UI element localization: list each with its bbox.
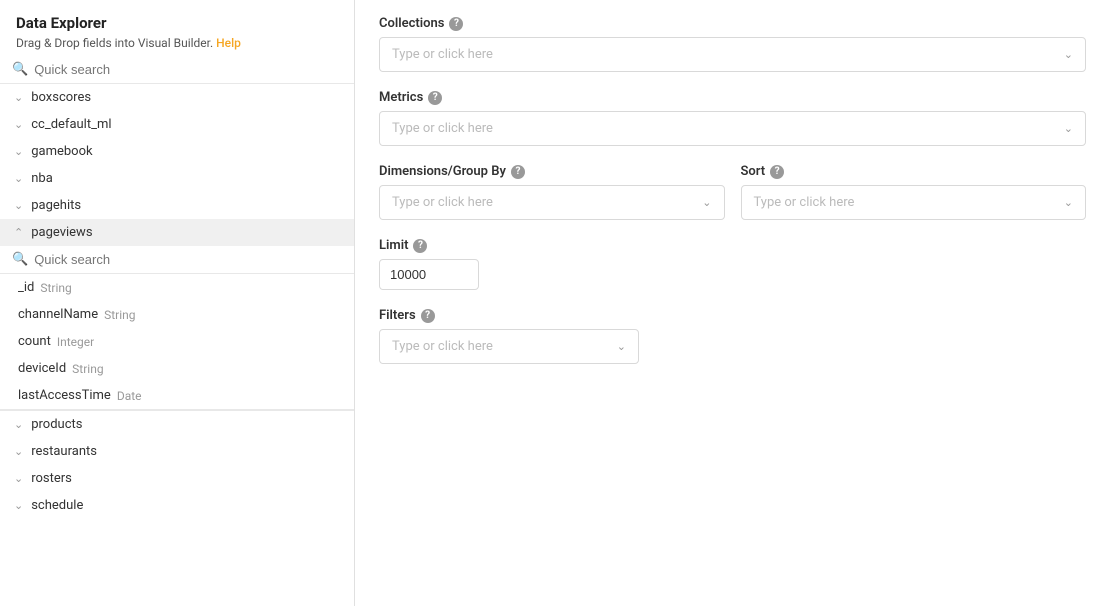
dimensions-placeholder: Type or click here	[392, 195, 493, 210]
chevron-icon: ⌄	[14, 145, 23, 158]
dimensions-col: Dimensions/Group By ? Type or click here…	[379, 164, 725, 220]
limit-input[interactable]	[379, 259, 479, 290]
chevron-icon: ⌄	[14, 472, 23, 485]
tree-item-label: schedule	[31, 498, 83, 513]
chevron-icon: ⌄	[14, 418, 23, 431]
collections-section: Collections ? Type or click here ⌄	[379, 16, 1086, 72]
filters-label: Filters ?	[379, 308, 1086, 323]
metrics-section: Metrics ? Type or click here ⌄	[379, 90, 1086, 146]
filters-section: Filters ? Type or click here ⌄	[379, 308, 1086, 364]
chevron-down-icon: ⌄	[1064, 122, 1073, 135]
field-name: lastAccessTime	[18, 388, 111, 403]
tree-item-products[interactable]: ⌄ products	[0, 411, 354, 438]
chevron-icon: ⌄	[14, 499, 23, 512]
quick-search-1-bar: 🔍	[0, 56, 354, 84]
dimensions-label: Dimensions/Group By ?	[379, 164, 725, 179]
search-icon-1: 🔍	[12, 62, 28, 77]
dimensions-dropdown[interactable]: Type or click here ⌄	[379, 185, 725, 220]
tree-item-label: boxscores	[31, 90, 91, 105]
field-name: _id	[18, 280, 34, 295]
metrics-dropdown[interactable]: Type or click here ⌄	[379, 111, 1086, 146]
sort-label: Sort ?	[741, 164, 1087, 179]
field-type: String	[72, 362, 103, 376]
right-panel: Collections ? Type or click here ⌄ Metri…	[355, 0, 1110, 606]
field-row-count[interactable]: count Integer	[0, 328, 354, 355]
chevron-down-icon: ⌄	[702, 196, 711, 209]
help-link[interactable]: Help	[216, 36, 241, 50]
limit-help-icon[interactable]: ?	[413, 239, 427, 253]
collections-dropdown[interactable]: Type or click here ⌄	[379, 37, 1086, 72]
dimensions-help-icon[interactable]: ?	[511, 165, 525, 179]
tree-item-label: pageviews	[31, 225, 92, 240]
tree-item-nba[interactable]: ⌄ nba	[0, 165, 354, 192]
limit-section: Limit ?	[379, 238, 1086, 290]
field-list: _id String channelName String count Inte…	[0, 274, 354, 410]
sort-placeholder: Type or click here	[754, 195, 855, 210]
search-icon-2: 🔍	[12, 252, 28, 267]
tree-item-rosters[interactable]: ⌄ rosters	[0, 465, 354, 492]
chevron-icon: ⌄	[14, 445, 23, 458]
chevron-down-icon: ⌄	[617, 340, 626, 353]
tree-item-label: restaurants	[31, 444, 97, 459]
sort-col: Sort ? Type or click here ⌄	[741, 164, 1087, 220]
field-row-lastaccesstime[interactable]: lastAccessTime Date	[0, 382, 354, 409]
collections-help-icon[interactable]: ?	[449, 17, 463, 31]
field-type: Date	[117, 389, 142, 403]
chevron-icon: ⌄	[14, 118, 23, 131]
chevron-down-icon: ⌄	[1064, 48, 1073, 61]
panel-header: Data Explorer Drag & Drop fields into Vi…	[0, 0, 354, 56]
tree-item-gamebook[interactable]: ⌄ gamebook	[0, 138, 354, 165]
tree-item-schedule[interactable]: ⌄ schedule	[0, 492, 354, 519]
field-row-deviceid[interactable]: deviceId String	[0, 355, 354, 382]
tree-item-label: gamebook	[31, 144, 92, 159]
tree-item-restaurants[interactable]: ⌄ restaurants	[0, 438, 354, 465]
tree-item-pagehits[interactable]: ⌄ pagehits	[0, 192, 354, 219]
chevron-icon: ⌄	[14, 91, 23, 104]
tree-item-pageviews[interactable]: ⌃ pageviews	[0, 219, 354, 246]
metrics-help-icon[interactable]: ?	[428, 91, 442, 105]
field-name: count	[18, 334, 51, 349]
field-row-channelname[interactable]: channelName String	[0, 301, 354, 328]
chevron-icon: ⌄	[14, 199, 23, 212]
tree-item-boxscores[interactable]: ⌄ boxscores	[0, 84, 354, 111]
field-row-id[interactable]: _id String	[0, 274, 354, 301]
filters-help-icon[interactable]: ?	[421, 309, 435, 323]
tree-item-label: products	[31, 417, 82, 432]
panel-title: Data Explorer	[16, 14, 338, 32]
filters-dropdown[interactable]: Type or click here ⌄	[379, 329, 639, 364]
tree-item-label: cc_default_ml	[31, 117, 111, 132]
chevron-icon: ⌄	[14, 172, 23, 185]
collections-label: Collections ?	[379, 16, 1086, 31]
sort-help-icon[interactable]: ?	[770, 165, 784, 179]
tree-item-label: pagehits	[31, 198, 81, 213]
field-type: String	[104, 308, 135, 322]
metrics-placeholder: Type or click here	[392, 121, 493, 136]
tree-item-label: rosters	[31, 471, 72, 486]
metrics-label: Metrics ?	[379, 90, 1086, 105]
sort-dropdown[interactable]: Type or click here ⌄	[741, 185, 1087, 220]
field-type: Integer	[57, 335, 94, 349]
field-name: channelName	[18, 307, 98, 322]
chevron-icon: ⌃	[14, 226, 23, 239]
dimensions-sort-row: Dimensions/Group By ? Type or click here…	[379, 164, 1086, 220]
panel-subtitle: Drag & Drop fields into Visual Builder. …	[16, 36, 338, 50]
quick-search-input-1[interactable]	[34, 62, 342, 77]
field-name: deviceId	[18, 361, 66, 376]
chevron-down-icon: ⌄	[1064, 196, 1073, 209]
left-panel: Data Explorer Drag & Drop fields into Vi…	[0, 0, 355, 606]
filters-placeholder: Type or click here	[392, 339, 493, 354]
collections-placeholder: Type or click here	[392, 47, 493, 62]
tree-list: ⌄ boxscores ⌄ cc_default_ml ⌄ gamebook ⌄…	[0, 84, 354, 606]
tree-item-cc-default-ml[interactable]: ⌄ cc_default_ml	[0, 111, 354, 138]
quick-search-input-2[interactable]	[34, 252, 342, 267]
tree-item-label: nba	[31, 171, 53, 186]
limit-label: Limit ?	[379, 238, 1086, 253]
quick-search-2-bar: 🔍	[0, 246, 354, 274]
dimensions-sort-section: Dimensions/Group By ? Type or click here…	[379, 164, 1086, 220]
field-type: String	[40, 281, 71, 295]
